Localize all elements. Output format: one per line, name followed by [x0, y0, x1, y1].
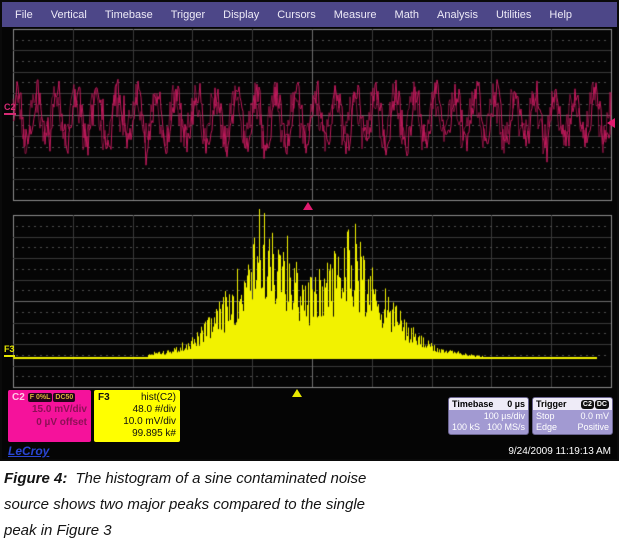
timebase-scale: 100 µs/div [484, 411, 525, 421]
menu-item-timebase[interactable]: Timebase [96, 9, 162, 21]
datetime-display: 9/24/2009 11:19:13 AM [508, 446, 611, 457]
page: FileVerticalTimebaseTriggerDisplayCursor… [0, 0, 619, 544]
menu-item-analysis[interactable]: Analysis [428, 9, 487, 21]
caption-line-2: source shows two major peaks compared to… [4, 492, 604, 518]
menu-item-help[interactable]: Help [540, 9, 581, 21]
c2-trace-label[interactable]: C2 [4, 103, 16, 115]
c2-offset: 0 µV offset [12, 416, 87, 429]
menu-bar: FileVerticalTimebaseTriggerDisplayCursor… [2, 2, 617, 27]
trigger-level-marker-icon[interactable] [607, 118, 615, 128]
trigger-level: 0.0 mV [580, 411, 609, 421]
trigger-mode: Stop [536, 411, 555, 421]
timebase-rate: 100 MS/s [487, 422, 525, 432]
badge-f0l: F 0%L [28, 393, 53, 402]
f3-horizontal-scale: 10.0 mV/div [98, 416, 176, 428]
timebase-panel[interactable]: Timebase 0 µs 100 µs/div 100 kS 100 MS/s [448, 397, 529, 435]
badge-dc: DC [595, 400, 609, 409]
menu-item-math[interactable]: Math [386, 9, 428, 21]
menu-item-measure[interactable]: Measure [325, 9, 386, 21]
c2-vertical-scale: 15.0 mV/div [12, 403, 87, 416]
c2-coupling-badges: F 0%LDC50 [28, 393, 76, 402]
menu-item-utilities[interactable]: Utilities [487, 9, 540, 21]
trigger-slope: Positive [577, 422, 609, 432]
figure-caption: Figure 4: The histogram of a sine contami… [4, 466, 604, 544]
scope-display: C2 F3 C2 F 0%LDC50 15.0 mV/div 0 µV offs… [2, 27, 617, 459]
menu-item-display[interactable]: Display [214, 9, 268, 21]
timebase-samples: 100 kS [452, 422, 480, 432]
menu-item-cursors[interactable]: Cursors [268, 9, 325, 21]
f3-trace-descriptor[interactable]: F3 hist(C2) 48.0 #/div 10.0 mV/div 99.89… [94, 390, 180, 442]
menu-item-trigger[interactable]: Trigger [162, 9, 214, 21]
lecroy-logo[interactable]: LeCroy [8, 444, 49, 458]
f3-descriptor-id: F3 [98, 392, 110, 404]
timebase-position: 0 µs [507, 399, 525, 409]
trigger-time-marker-icon[interactable] [303, 202, 313, 210]
menu-item-file[interactable]: File [6, 9, 42, 21]
trigger-title: Trigger [536, 399, 567, 409]
c2-descriptor-id: C2 [12, 392, 25, 403]
timebase-title: Timebase [452, 399, 493, 409]
trigger-panel[interactable]: Trigger C2DC Stop 0.0 mV Edge Positive [532, 397, 613, 435]
badge-dc50: DC50 [53, 393, 75, 402]
f3-trace-label[interactable]: F3 [4, 345, 15, 357]
f3-function: hist(C2) [141, 392, 176, 404]
caption-line-1: Figure 4: The histogram of a sine contami… [4, 466, 604, 492]
caption-figure-label: Figure 4: [4, 470, 67, 487]
trigger-type: Edge [536, 422, 557, 432]
f3-vertical-scale: 48.0 #/div [98, 404, 176, 416]
menu-item-vertical[interactable]: Vertical [42, 9, 96, 21]
badge-c2: C2 [581, 400, 594, 409]
caption-line-3: peak in Figure 3 [4, 518, 604, 544]
oscilloscope-screenshot: FileVerticalTimebaseTriggerDisplayCursor… [0, 0, 619, 461]
histogram-center-marker-icon[interactable] [292, 389, 302, 397]
c2-channel-descriptor[interactable]: C2 F 0%LDC50 15.0 mV/div 0 µV offset [8, 390, 91, 442]
trigger-source-badges: C2DC [581, 400, 609, 409]
f3-population: 99.895 k# [98, 428, 176, 440]
caption-text-1: The histogram of a sine contaminated noi… [75, 470, 366, 487]
